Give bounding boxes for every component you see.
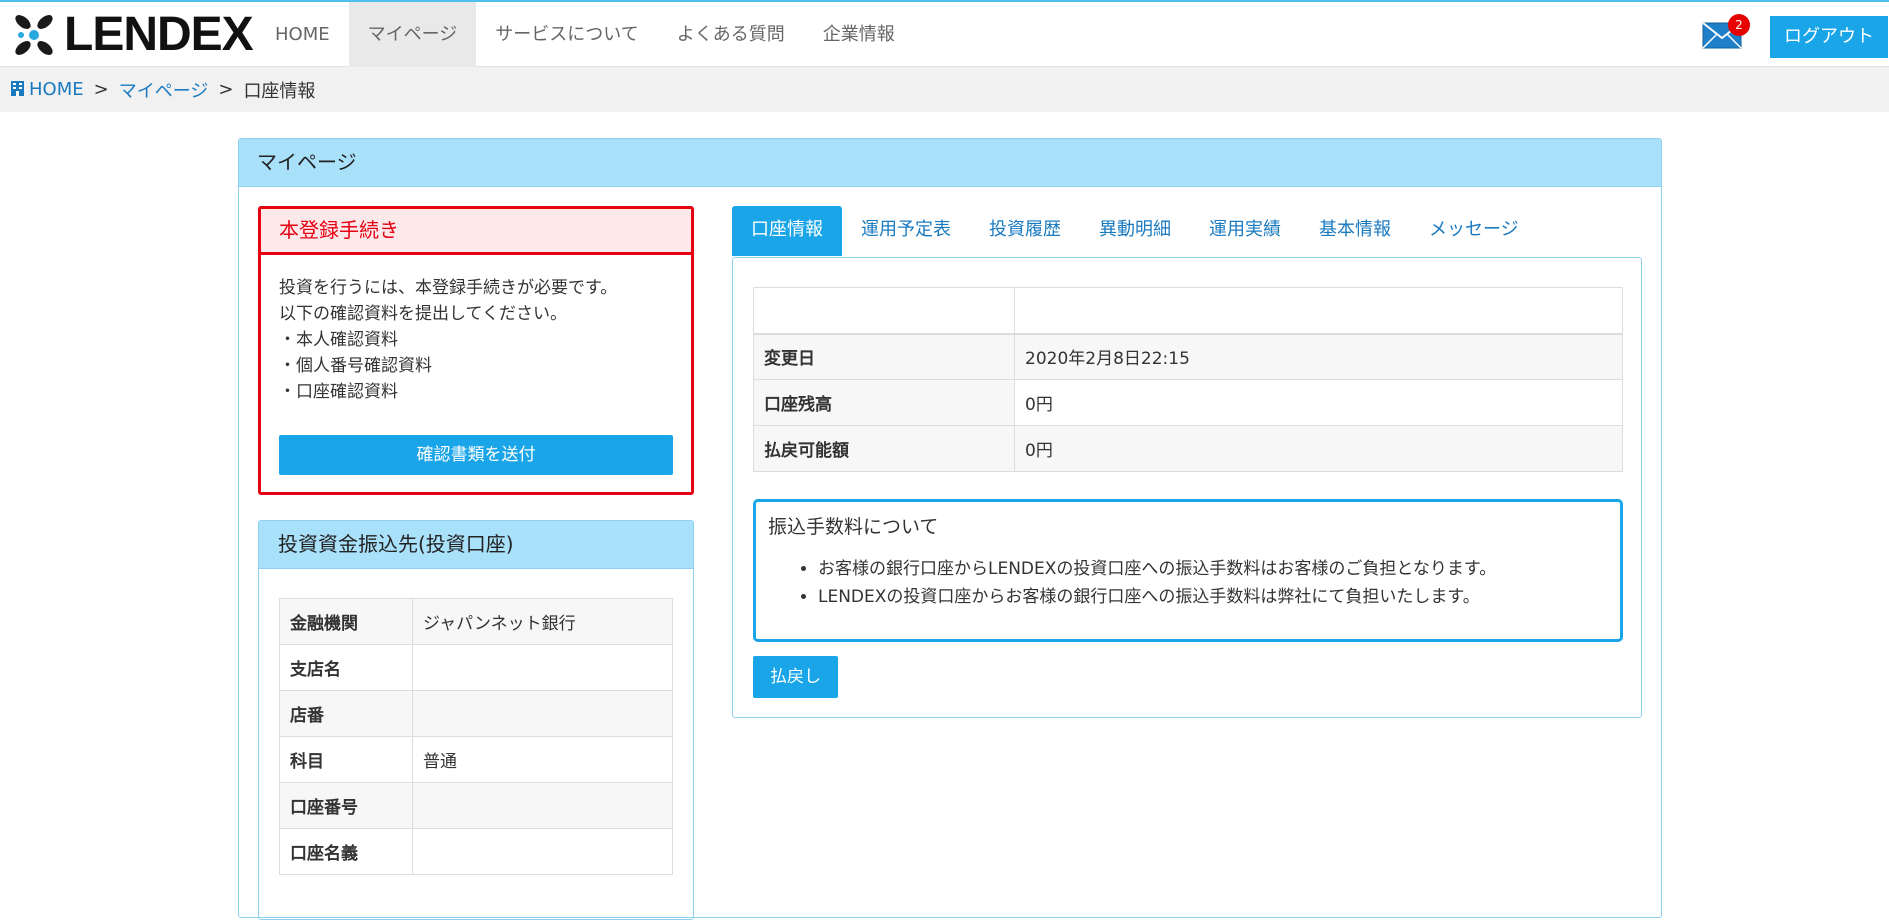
main-nav: HOME マイページ サービスについて よくある質問 企業情報: [256, 2, 914, 67]
logout-button[interactable]: ログアウト: [1770, 16, 1888, 58]
transfer-table: 金融機関 ジャパンネット銀行 支店名 店番 科目 普通 口座番号 口座名義: [279, 598, 673, 875]
logo-mark-icon: [15, 15, 53, 55]
breadcrumb-current: 口座情報: [243, 80, 316, 102]
nav-mypage[interactable]: マイページ: [348, 2, 477, 67]
row-label: 金融機関: [279, 598, 413, 645]
row-label: 変更日: [753, 333, 1015, 380]
building-icon: [10, 79, 29, 100]
breadcrumb-separator: >: [218, 79, 234, 100]
row-label: 支店名: [279, 644, 413, 691]
account-table: 変更日 2020年2月8日22:15 口座残高 0円 払戻可能額 0円: [753, 287, 1623, 472]
panel-title: マイページ: [239, 139, 1661, 187]
header-cell: [753, 287, 1015, 335]
notice-list: お客様の銀行口座からLENDEXの投資口座への振込手数料はお客様のご負担となりま…: [818, 555, 1608, 611]
table-row: 口座名義: [279, 828, 673, 875]
tab-investment-history[interactable]: 投資履歴: [970, 206, 1080, 256]
row-label: 口座番号: [279, 782, 413, 829]
nav-faq[interactable]: よくある質問: [658, 2, 804, 67]
table-header-row: [753, 287, 1623, 335]
registration-line: 以下の確認資料を提出してください。: [279, 304, 567, 324]
mail-badge: 2: [1728, 14, 1750, 36]
table-row: 変更日 2020年2月8日22:15: [753, 333, 1623, 380]
breadcrumb-home[interactable]: HOME: [29, 79, 84, 100]
row-label: 口座名義: [279, 828, 413, 875]
tab-messages[interactable]: メッセージ: [1410, 206, 1538, 256]
table-row: 口座残高 0円: [753, 379, 1623, 426]
breadcrumb-separator: >: [93, 79, 109, 100]
notice-title: 振込手数料について: [768, 516, 939, 538]
tab-performance[interactable]: 運用実績: [1190, 206, 1300, 256]
row-value: 2020年2月8日22:15: [1014, 333, 1623, 380]
list-item: お客様の銀行口座からLENDEXの投資口座への振込手数料はお客様のご負担となりま…: [818, 555, 1608, 583]
registration-line: 投資を行うには、本登録手続きが必要です。: [279, 278, 618, 298]
row-label: 口座残高: [753, 379, 1015, 426]
refund-button[interactable]: 払戻し: [753, 656, 838, 698]
registration-line: ・本人確認資料: [279, 330, 398, 350]
row-value: ジャパンネット銀行: [412, 598, 673, 645]
row-value: [412, 644, 673, 691]
nav-home[interactable]: HOME: [256, 2, 349, 67]
row-value: 0円: [1014, 425, 1623, 472]
registration-title: 本登録手続き: [261, 209, 691, 255]
table-row: 科目 普通: [279, 736, 673, 783]
row-value: [412, 782, 673, 829]
row-value: [412, 690, 673, 737]
transfer-title: 投資資金振込先(投資口座): [259, 521, 693, 569]
account-tabs: 口座情報 運用予定表 投資履歴 異動明細 運用実績 基本情報 メッセージ: [732, 206, 1538, 256]
registration-box: 本登録手続き 投資を行うには、本登録手続きが必要です。 以下の確認資料を提出して…: [258, 206, 694, 495]
row-value: [412, 828, 673, 875]
lendex-logo[interactable]: LENDEX: [8, 8, 254, 61]
tab-transactions[interactable]: 異動明細: [1080, 206, 1190, 256]
tab-basic-info[interactable]: 基本情報: [1300, 206, 1410, 256]
transfer-fee-notice: 振込手数料について お客様の銀行口座からLENDEXの投資口座への振込手数料はお…: [753, 499, 1623, 642]
table-row: 口座番号: [279, 782, 673, 829]
table-row: 支店名: [279, 644, 673, 691]
header-cell: [1014, 287, 1623, 335]
table-row: 店番: [279, 690, 673, 737]
table-row: 金融機関 ジャパンネット銀行: [279, 598, 673, 645]
row-value: 普通: [412, 736, 673, 783]
list-item: LENDEXの投資口座からお客様の銀行口座への振込手数料は弊社にて負担いたします…: [818, 583, 1608, 611]
registration-body: 投資を行うには、本登録手続きが必要です。 以下の確認資料を提出してください。 ・…: [261, 255, 691, 405]
transfer-box: 投資資金振込先(投資口座) 金融機関 ジャパンネット銀行 支店名 店番 科目 普通 …: [258, 520, 694, 920]
registration-line: ・口座確認資料: [279, 382, 398, 402]
row-label: 科目: [279, 736, 413, 783]
tab-account-info[interactable]: 口座情報: [732, 206, 842, 256]
row-label: 払戻可能額: [753, 425, 1015, 472]
logo-text: LENDEX: [64, 8, 254, 61]
top-header: LENDEX HOME マイページ サービスについて よくある質問 企業情報 2…: [0, 0, 1889, 67]
breadcrumb-mypage[interactable]: マイページ: [119, 77, 209, 103]
tab-schedule[interactable]: 運用予定表: [842, 206, 970, 256]
breadcrumb: HOME > マイページ > 口座情報: [0, 67, 1889, 112]
nav-company[interactable]: 企業情報: [804, 2, 914, 67]
registration-line: ・個人番号確認資料: [279, 356, 432, 376]
send-documents-button[interactable]: 確認書類を送付: [279, 435, 673, 475]
row-label: 店番: [279, 690, 413, 737]
row-value: 0円: [1014, 379, 1623, 426]
account-info-panel: 変更日 2020年2月8日22:15 口座残高 0円 払戻可能額 0円 振込手数料につ…: [732, 257, 1642, 718]
nav-service[interactable]: サービスについて: [476, 2, 657, 67]
table-row: 払戻可能額 0円: [753, 425, 1623, 472]
